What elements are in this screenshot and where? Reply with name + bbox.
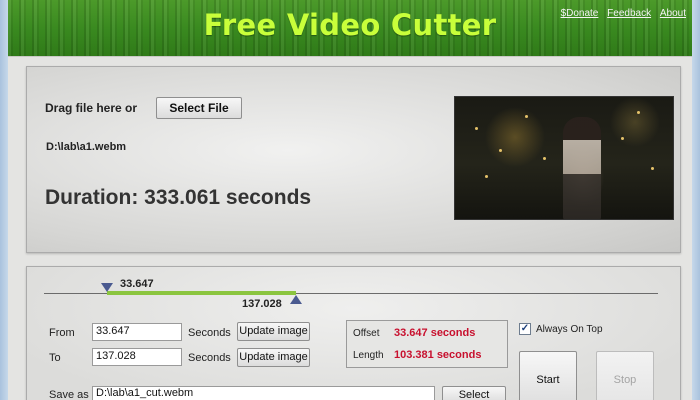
timeline-selected-range bbox=[107, 291, 296, 295]
duration-label: Duration: 333.061 seconds bbox=[45, 186, 312, 209]
update-image-from-button[interactable]: Update image bbox=[237, 322, 310, 341]
file-path-label: D:\lab\a1.webm bbox=[46, 141, 127, 153]
window-frame-right bbox=[692, 0, 700, 400]
about-link[interactable]: About bbox=[660, 8, 686, 19]
header-links: $Donate Feedback About bbox=[555, 8, 686, 19]
save-as-label: Save as bbox=[49, 389, 89, 400]
offset-label: Offset bbox=[353, 328, 380, 339]
from-label: From bbox=[49, 327, 75, 339]
donate-link[interactable]: $Donate bbox=[561, 8, 599, 19]
to-input[interactable]: 137.028 bbox=[92, 348, 182, 366]
update-image-to-button[interactable]: Update image bbox=[237, 348, 310, 367]
to-label: To bbox=[49, 352, 61, 364]
end-marker-handle[interactable] bbox=[290, 295, 302, 304]
always-on-top-label: Always On Top bbox=[536, 324, 603, 335]
start-marker-value: 33.647 bbox=[120, 278, 154, 290]
length-label: Length bbox=[353, 350, 384, 361]
select-file-button[interactable]: Select File bbox=[156, 97, 242, 119]
length-value: 103.381 seconds bbox=[394, 349, 482, 361]
start-marker-handle[interactable] bbox=[101, 283, 113, 292]
video-preview-image bbox=[454, 96, 674, 220]
window-frame-left bbox=[0, 0, 8, 400]
video-preview-person bbox=[563, 117, 601, 219]
save-as-input[interactable]: D:\lab\a1_cut.webm bbox=[92, 386, 435, 400]
drag-file-label: Drag file here or bbox=[45, 101, 138, 115]
start-button[interactable]: Start bbox=[519, 351, 577, 400]
from-seconds-label: Seconds bbox=[188, 327, 231, 339]
end-marker-value: 137.028 bbox=[242, 298, 282, 310]
stop-button[interactable]: Stop bbox=[596, 351, 654, 400]
select-output-button[interactable]: Select bbox=[442, 386, 506, 400]
from-input[interactable]: 33.647 bbox=[92, 323, 182, 341]
always-on-top-checkbox[interactable]: ✓ bbox=[519, 323, 531, 335]
app-header: Free Video Cutter $Donate Feedback About bbox=[8, 0, 692, 56]
feedback-link[interactable]: Feedback bbox=[607, 8, 651, 19]
offset-value: 33.647 seconds bbox=[394, 327, 476, 339]
to-seconds-label: Seconds bbox=[188, 352, 231, 364]
